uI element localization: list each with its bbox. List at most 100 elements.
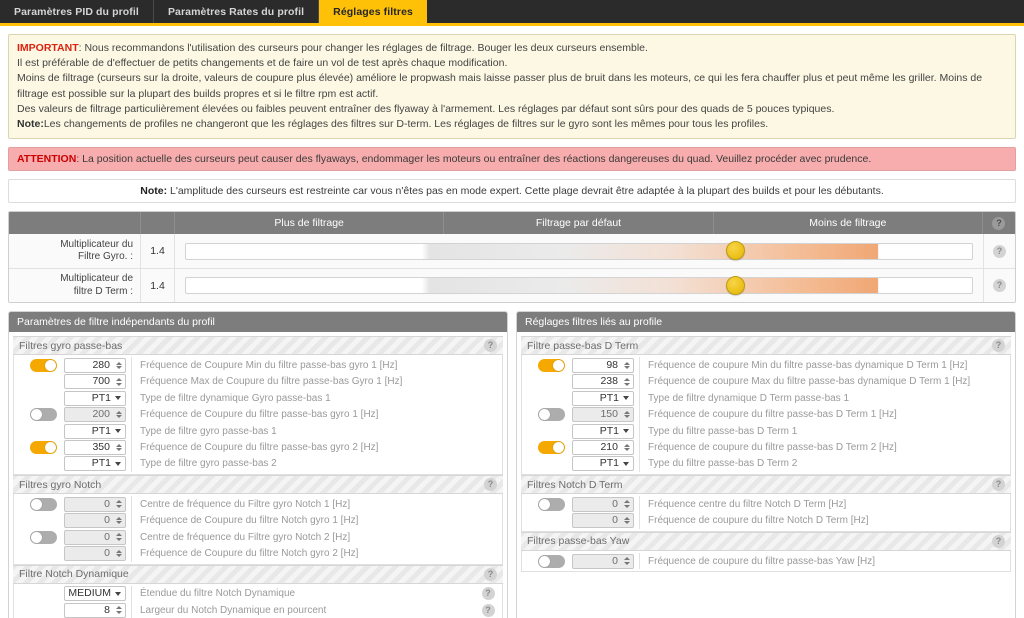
chevron-down-icon[interactable] [622,461,633,466]
filter-enable-toggle[interactable] [30,497,57,511]
spinner-arrows-icon[interactable] [622,361,633,370]
filter-value-input[interactable]: 210 [572,439,634,455]
spinner-arrows-icon[interactable] [114,533,125,541]
spinner-arrows-icon[interactable] [622,500,633,508]
help-icon[interactable]: ? [993,279,1006,293]
spinner-arrows-icon[interactable] [114,549,125,558]
slider-row-label: Multiplicateur du Filtre Gyro. : [9,234,141,269]
tab-bar: Paramètres PID du profil Paramètres Rates… [0,0,1024,23]
filter-enable-toggle[interactable] [538,440,565,454]
filter-enable-toggle[interactable] [538,497,565,511]
filter-type-select[interactable]: PT1 [64,456,126,472]
slider-row: Multiplicateur de filtre D Term :1.4? [9,268,1015,303]
spinner-arrows-icon[interactable] [622,516,633,525]
filter-enable-toggle[interactable] [30,440,57,454]
filter-enable-toggle[interactable] [30,408,57,422]
select-value: PT1 [91,457,111,470]
filter-enable-toggle[interactable] [538,408,565,422]
filter-slider[interactable] [185,275,973,295]
spinner-arrows-icon[interactable] [114,410,125,419]
important-note-text-1: : Nous recommandons l'utilisation des cu… [78,42,648,54]
filter-value-input[interactable]: 280 [64,358,126,373]
filter-row: 280 Fréquence de Coupure Min du filtre pa… [14,357,502,374]
help-icon[interactable]: ? [992,534,1005,548]
important-note-keyword: Note: [17,118,44,131]
chevron-down-icon[interactable] [622,429,633,434]
chevron-down-icon[interactable] [622,396,633,401]
filter-value-input[interactable]: 238 [572,374,634,390]
tab-1[interactable]: Paramètres Rates du profil [153,0,320,23]
filter-panels: Paramètres de filtre indépendants du pro… [8,311,1016,618]
help-icon[interactable]: ? [484,567,497,581]
filter-row-description: Largeur du Notch Dynamique en pourcent [131,602,478,618]
help-icon[interactable]: ? [481,587,495,601]
spinner-arrows-icon[interactable] [622,410,633,419]
spinner-arrows-icon[interactable] [622,378,633,386]
input-value: 700 [92,375,110,388]
slider-header-less-filtering: Moins de filtrage [714,212,983,235]
filter-row: 0 Centre de fréquence du Filtre gyro Notc… [14,528,502,546]
filter-slider[interactable] [185,241,973,261]
spinner-arrows-icon[interactable] [114,443,125,452]
chevron-down-icon[interactable] [114,429,125,434]
chevron-down-icon[interactable] [114,461,125,466]
chevron-down-icon[interactable] [114,591,125,596]
filter-type-select[interactable]: PT1 [572,456,634,472]
filter-type-select[interactable]: PT1 [572,423,634,439]
filter-row: 150 Fréquence de coupure du filtre passe-… [522,406,1010,423]
spinner-arrows-icon[interactable] [114,516,125,525]
slider-row-value: 1.4 [141,269,175,303]
toggle-knob [31,409,42,421]
filter-enable-toggle[interactable] [30,530,57,544]
toggle-slot [526,497,572,511]
tab-0[interactable]: Paramètres PID du profil [0,0,154,23]
filter-group-header: Filtres Notch D Term? [521,475,1011,495]
filter-group-body: 0 Fréquence de coupure du filtre passe-ba… [521,550,1011,573]
filter-value-input[interactable]: 700 [64,374,126,390]
attention-keyword: ATTENTION [17,153,77,166]
slider-handle[interactable] [726,275,746,295]
slider-header-more-filtering: Plus de filtrage [175,212,445,235]
toggle-knob [553,441,564,453]
filter-enable-toggle[interactable] [538,554,565,568]
filter-type-select[interactable]: PT1 [64,423,126,439]
filter-row: 0 Fréquence de Coupure du filtre Notch gy… [14,545,502,562]
filter-row-description: Fréquence de Coupure Min du filtre passe… [131,357,478,374]
slider-table-body: Multiplicateur du Filtre Gyro. :1.4? Multi… [9,234,1015,303]
spinner-arrows-icon[interactable] [114,378,125,386]
help-icon[interactable]: ? [484,339,497,353]
help-icon[interactable]: ? [484,478,497,492]
spinner-arrows-icon[interactable] [622,557,633,565]
filter-value-input[interactable]: 350 [64,439,126,455]
panel-profile-linked-filters: Réglages filtres liés au profile Filtre … [516,311,1016,618]
filter-group-title: Filtres passe-bas Yaw [527,535,630,548]
input-value: 0 [612,514,618,527]
spinner-arrows-icon[interactable] [622,443,633,452]
input-value: 0 [104,514,110,527]
help-icon[interactable]: ? [993,244,1006,258]
help-icon[interactable]: ? [992,339,1005,353]
filter-type-select[interactable]: MEDIUM [64,586,126,602]
filter-enable-toggle[interactable] [30,359,57,372]
help-icon[interactable]: ? [992,478,1005,492]
slider-header-default-filtering: Filtrage par défaut [444,212,714,235]
help-icon[interactable]: ? [481,603,495,617]
help-icon[interactable]: ? [992,216,1006,230]
filter-group-header: Filtres gyro Notch? [13,475,503,495]
spinner-arrows-icon[interactable] [114,500,125,508]
select-value: PT1 [599,391,619,404]
slider-row-track-cell [175,269,983,302]
filter-type-select[interactable]: PT1 [572,390,634,406]
spinner-arrows-icon[interactable] [114,361,125,370]
toggle-slot [526,554,572,568]
tab-2[interactable]: Réglages filtres [319,0,427,23]
spinner-arrows-icon[interactable] [114,606,125,614]
filter-enable-toggle[interactable] [538,359,565,372]
filter-group-body: 0 Centre de fréquence du Filtre gyro Notc… [13,494,503,565]
attention-note-box: ATTENTION: La position actuelle des curs… [8,147,1016,172]
slider-handle[interactable] [726,241,746,261]
chevron-down-icon[interactable] [114,396,125,401]
filter-value-input[interactable]: 98 [572,358,634,373]
filter-type-select[interactable]: PT1 [64,390,126,406]
filter-value-input[interactable]: 8 [64,602,126,618]
